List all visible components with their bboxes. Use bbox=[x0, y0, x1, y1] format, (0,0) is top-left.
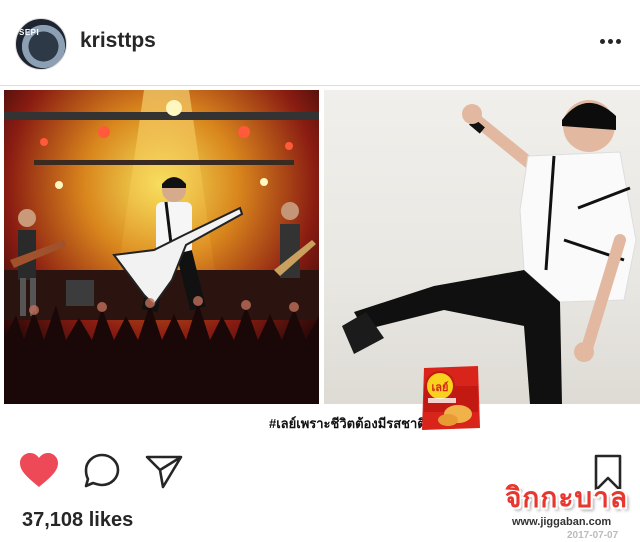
username[interactable]: kristtps bbox=[80, 29, 156, 53]
watermark-date: 2017-07-07 bbox=[567, 530, 619, 541]
action-bar: 37,108 likes จิกกะบาล www.jiggaban.com 2… bbox=[0, 438, 640, 542]
avatar-text: SEPI bbox=[19, 28, 40, 37]
send-icon[interactable] bbox=[145, 453, 183, 489]
likes-count[interactable]: 37,108 likes bbox=[22, 509, 133, 532]
more-horizontal-icon[interactable] bbox=[600, 30, 622, 52]
watermark-logo: จิกกะบาล www.jiggaban.com 2017-07-07 bbox=[505, 476, 633, 541]
caption-hashtag: #เลย์เพราะชีวิตต้องมีรสชาติ bbox=[269, 416, 426, 431]
chips-brand-label: เลย์ bbox=[432, 381, 449, 394]
model-photo bbox=[324, 90, 640, 404]
caption-band: #เลย์เพราะชีวิตต้องมีรสชาติ bbox=[4, 404, 636, 434]
post-image[interactable]: #เลย์เพราะชีวิตต้องมีรสชาติ เลย์ bbox=[0, 86, 640, 438]
post-header: SEPI kristtps bbox=[0, 0, 640, 86]
comment-icon[interactable] bbox=[84, 453, 120, 489]
watermark-url: www.jiggaban.com bbox=[512, 516, 612, 528]
watermark-logo-text: จิกกะบาล bbox=[505, 482, 629, 513]
concert-photo bbox=[4, 90, 319, 404]
avatar[interactable]: SEPI bbox=[15, 18, 67, 70]
chips-bag-image: เลย์ bbox=[418, 364, 484, 432]
heart-filled-icon[interactable] bbox=[19, 453, 59, 489]
